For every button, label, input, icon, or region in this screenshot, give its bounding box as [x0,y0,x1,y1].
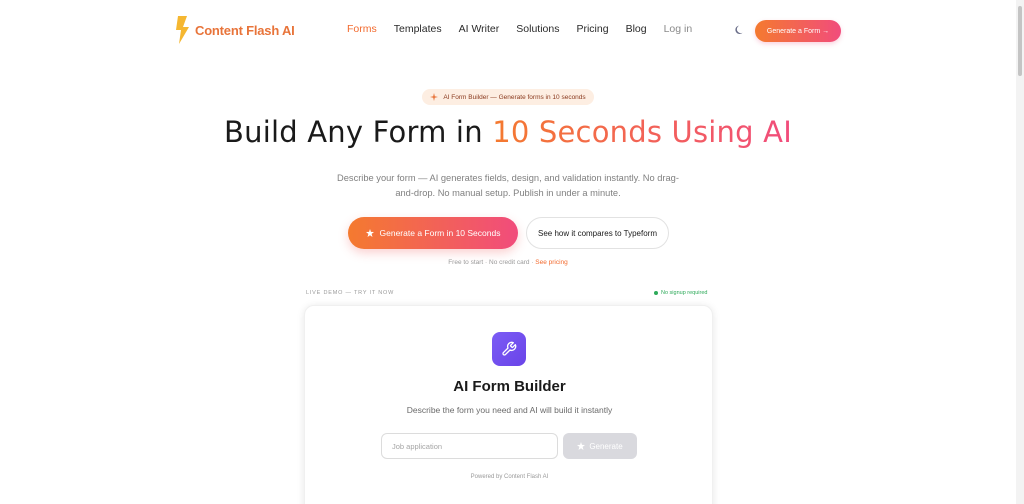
demo-card: AI Form Builder Describe the form you ne… [304,305,713,504]
card-subtitle: Describe the form you need and AI will b… [406,405,613,415]
nav-link-forms[interactable]: Forms [347,23,377,35]
no-signup-indicator: No signup required [654,290,707,296]
generate-form-button[interactable]: Generate a Form in 10 Seconds [348,217,518,249]
status-dot-icon [654,291,658,295]
nav-links: Forms Templates AI Writer Solutions Pric… [347,23,709,35]
no-signup-text: No signup required [661,290,708,296]
brand-name: Content Flash AI [195,22,295,38]
card-generate-button[interactable]: Generate [563,433,637,459]
login-link[interactable]: Log in [664,23,693,35]
live-demo-label: LIVE DEMO — TRY IT NOW [306,290,395,296]
star-icon [365,229,374,237]
nav-link-solutions[interactable]: Solutions [516,23,559,35]
see-pricing-link[interactable]: See pricing [535,259,568,266]
nav-link-pricing[interactable]: Pricing [576,23,608,35]
card-title: AI Form Builder [453,378,566,395]
headline-accent: 10 Seconds Using AI [492,115,792,149]
hero-badge-text: AI Form Builder — Generate forms in 10 s… [443,93,586,101]
nav-link-templates[interactable]: Templates [394,23,442,35]
nav-link-blog[interactable]: Blog [626,23,647,35]
hero-fineprint: Free to start · No credit card · See pri… [0,259,1016,266]
fineprint-text: Free to start · No credit card · [448,259,536,266]
scrollbar-thumb[interactable] [1018,6,1022,76]
page-title: Build Any Form in 10 Seconds Using AI [0,115,1016,149]
headline-plain: Build Any Form in [224,115,493,149]
powered-by-text: Powered by Content Flash AI [470,474,549,480]
page-scrollbar[interactable] [1016,0,1024,504]
hero-subhead: Describe your form — AI generates fields… [337,173,679,198]
sparkle-icon [430,93,439,101]
hero-badge: AI Form Builder — Generate forms in 10 s… [422,89,594,105]
lightning-bolt-icon [176,16,189,44]
compare-typeform-button[interactable]: See how it compares to Typeform [526,217,669,249]
nav-generate-form-button[interactable]: Generate a Form → [755,20,841,42]
nav-link-ai-writer[interactable]: AI Writer [459,23,500,35]
brand-logo[interactable]: Content Flash AI [175,16,295,44]
top-navigation: Content Flash AI Forms Templates AI Writ… [0,0,1016,62]
card-generate-label: Generate [589,441,623,451]
star-icon [577,442,586,450]
form-description-input[interactable] [381,433,558,459]
moon-icon[interactable] [734,24,746,36]
generate-form-button-label: Generate a Form in 10 Seconds [379,228,501,238]
wrench-icon [492,332,526,366]
